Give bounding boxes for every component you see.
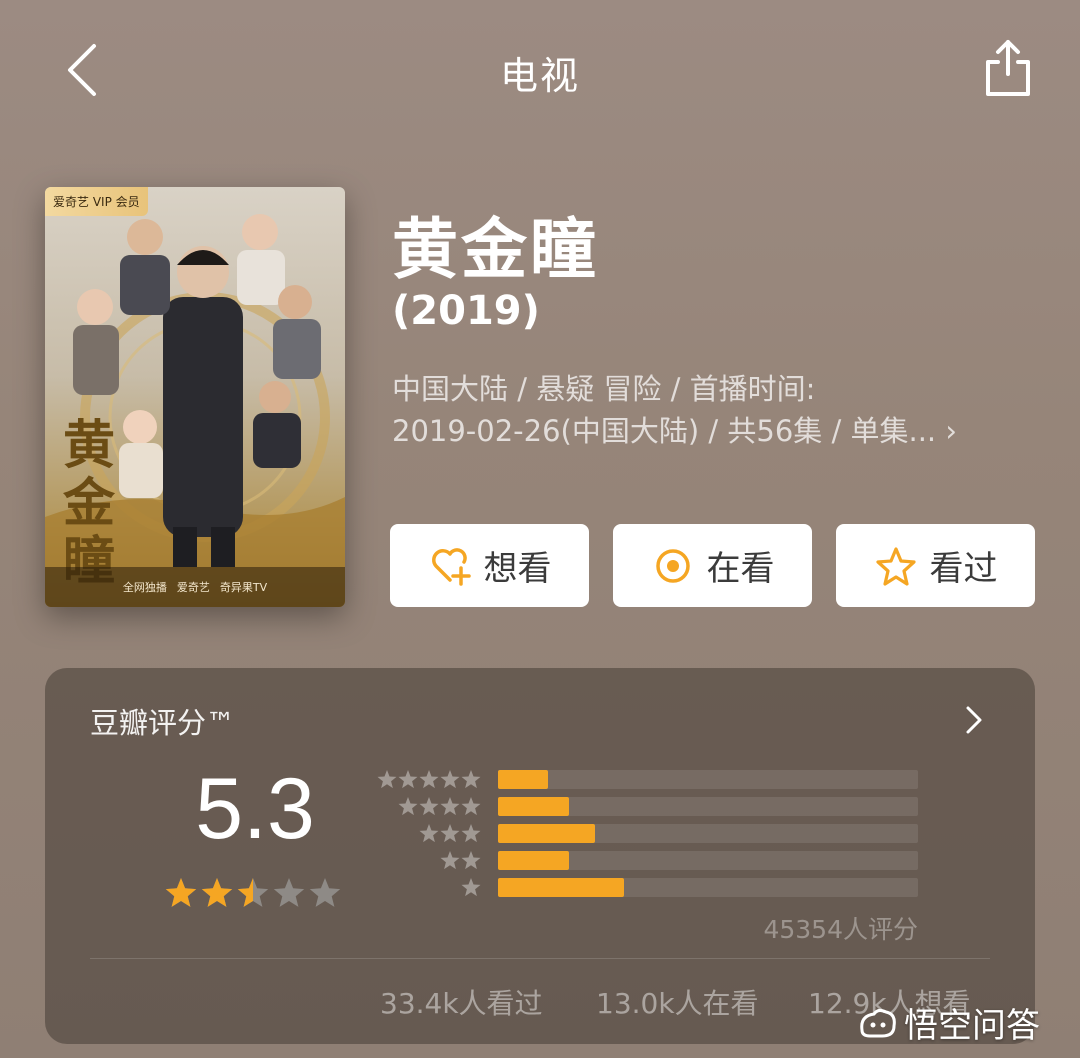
small-star-icon — [461, 770, 481, 789]
share-icon[interactable] — [980, 36, 1036, 100]
rating-dist-bar — [498, 797, 570, 816]
small-star-icon — [440, 770, 460, 789]
small-star-icon — [440, 824, 460, 843]
rating-star-filled — [201, 878, 233, 907]
rating-dist-track — [498, 770, 918, 789]
douban-rating-label: 豆瓣评分™ — [90, 706, 236, 740]
rating-dist-stars — [398, 797, 481, 816]
show-meta-line1: 中国大陆 / 悬疑 冒险 / 首播时间: — [392, 372, 816, 406]
poster-vip-badge: 爱奇艺 VIP 会员 — [45, 187, 148, 216]
want-to-watch-label: 想看 — [483, 549, 552, 589]
watched-button[interactable]: 看过 — [836, 524, 1035, 607]
poster-title-art: 黄金瞳 — [63, 415, 116, 592]
stat-watched[interactable]: 33.4k人看过 — [380, 982, 543, 1022]
stat-watching[interactable]: 13.0k人在看 — [596, 982, 759, 1022]
target-circle-icon — [655, 548, 690, 583]
poster-footer: 全网独播 爱奇艺 奇异果TV — [45, 567, 345, 607]
rating-dist-bar — [498, 878, 624, 897]
small-star-icon — [461, 824, 481, 843]
small-star-icon — [419, 770, 439, 789]
small-star-icon — [419, 824, 439, 843]
rating-star-empty — [273, 878, 305, 907]
star-outline-icon — [875, 546, 916, 586]
rating-score: 5.3 — [195, 761, 315, 857]
small-star-icon — [461, 797, 481, 816]
rating-dist-stars — [461, 878, 481, 897]
watching-button[interactable]: 在看 — [613, 524, 812, 607]
small-star-icon — [398, 770, 418, 789]
rating-dist-bar — [498, 824, 595, 843]
rating-dist-row — [378, 875, 918, 901]
rating-dist-bar — [498, 851, 570, 870]
show-title: 黄金瞳 — [392, 211, 599, 288]
poster-footer-brand2: 奇异果TV — [219, 581, 268, 594]
small-star-icon — [461, 851, 481, 870]
rating-dist-stars — [419, 824, 481, 843]
rating-dist-row — [378, 794, 918, 820]
small-star-icon — [440, 797, 460, 816]
rating-dist-track — [498, 851, 918, 870]
small-star-icon — [440, 851, 460, 870]
rating-dist-row — [378, 821, 918, 847]
want-to-watch-button[interactable]: 想看 — [390, 524, 589, 607]
chevron-right-icon[interactable] — [958, 700, 988, 740]
poster-footer-brand1: 爱奇艺 — [176, 581, 210, 594]
poster-image[interactable]: 爱奇艺 VIP 会员 黄金瞳 全网独播 爱奇艺 奇异果TV — [45, 187, 345, 607]
poster-footer-left: 全网独播 — [122, 581, 167, 594]
rating-star-filled — [165, 878, 197, 907]
rating-dist-track — [498, 797, 918, 816]
rating-dist-row — [377, 767, 918, 793]
rating-dist-bar — [498, 770, 549, 789]
rating-count: 45354人评分 — [763, 915, 918, 944]
rating-dist-stars — [440, 851, 481, 870]
meta-chevron-icon: › — [945, 414, 957, 448]
divider — [90, 958, 990, 959]
show-year: (2019) — [392, 288, 540, 334]
small-star-icon — [419, 797, 439, 816]
rating-dist-stars — [377, 770, 481, 789]
watched-label: 看过 — [929, 549, 998, 589]
rating-dist-track — [498, 824, 918, 843]
rating-dist-row — [378, 848, 918, 874]
wukong-watermark: 悟空问答 — [858, 998, 1040, 1047]
rating-star-empty — [309, 878, 341, 907]
show-meta[interactable]: 中国大陆 / 悬疑 冒险 / 首播时间: 2019-02-26(中国大陆) / … — [392, 368, 1032, 452]
show-meta-line2: 2019-02-26(中国大陆) / 共56集 / 单集... — [392, 414, 937, 448]
wukong-logo-icon — [860, 1008, 896, 1037]
small-star-icon — [461, 878, 481, 897]
rating-dist-track — [498, 878, 918, 897]
small-star-icon — [377, 770, 397, 789]
watching-label: 在看 — [706, 549, 775, 589]
page-title: 电视 — [499, 54, 580, 98]
rating-stars — [165, 878, 341, 907]
watermark-text: 悟空问答 — [904, 1006, 1040, 1046]
heart-plus-icon — [431, 547, 471, 586]
small-star-icon — [398, 797, 418, 816]
